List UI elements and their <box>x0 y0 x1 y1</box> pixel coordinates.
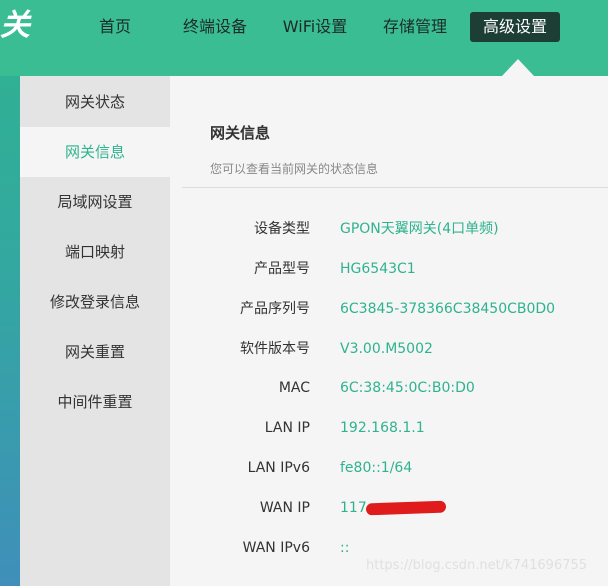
info-label: LAN IPv6 <box>247 460 310 476</box>
divider <box>182 187 608 188</box>
nav-item-home[interactable]: 首页 <box>88 12 142 42</box>
nav-item-storage-management[interactable]: 存储管理 <box>374 12 456 42</box>
info-label: 设备类型 <box>254 221 310 237</box>
main-content: 网关信息 您可以查看当前网关的状态信息 设备类型 GPON天翼网关(4口单频) … <box>170 76 608 586</box>
info-value: 6C3845-378366C38450CB0D0 <box>340 301 556 317</box>
info-row-wan-ip: WAN IP 117 <box>170 496 608 520</box>
nav-item-terminal-devices[interactable]: 终端设备 <box>174 12 256 42</box>
sidebar-item-gateway-reset[interactable]: 网关重置 <box>20 327 170 377</box>
info-label: MAC <box>278 380 310 396</box>
info-row-mac: MAC 6C:38:45:0C:B0:D0 <box>170 376 608 400</box>
info-value: fe80::1/64 <box>340 460 413 476</box>
info-value: V3.00.M5002 <box>340 341 433 357</box>
info-value: :: <box>340 540 350 556</box>
settings-panel: 网关状态 网关信息 局域网设置 端口映射 修改登录信息 网关重置 中间件重置 网… <box>20 76 608 586</box>
sidebar: 网关状态 网关信息 局域网设置 端口映射 修改登录信息 网关重置 中间件重置 <box>20 76 170 586</box>
active-tab-pointer <box>502 59 534 76</box>
info-value: 6C:38:45:0C:B0:D0 <box>340 380 475 396</box>
page-title: 网关信息 <box>210 124 271 142</box>
info-row-lan-ipv6: LAN IPv6 fe80::1/64 <box>170 456 608 480</box>
info-value: 192.168.1.1 <box>340 420 425 436</box>
info-row-wan-ipv6: WAN IPv6 :: <box>170 536 608 560</box>
info-label: 软件版本号 <box>240 341 310 357</box>
info-value: HG6543C1 <box>340 261 416 277</box>
sidebar-item-change-login[interactable]: 修改登录信息 <box>20 277 170 327</box>
nav-item-wifi-settings[interactable]: WiFi设置 <box>274 12 356 42</box>
redaction-mark <box>365 500 447 516</box>
nav-item-advanced-settings[interactable]: 高级设置 <box>470 12 560 42</box>
page-subtitle: 您可以查看当前网关的状态信息 <box>210 162 379 176</box>
info-row-serial-number: 产品序列号 6C3845-378366C38450CB0D0 <box>170 297 608 321</box>
info-row-product-model: 产品型号 HG6543C1 <box>170 257 608 281</box>
sidebar-item-lan-settings[interactable]: 局域网设置 <box>20 177 170 227</box>
info-value: 117 <box>340 500 367 516</box>
sidebar-item-middleware-reset[interactable]: 中间件重置 <box>20 377 170 427</box>
sidebar-item-port-mapping[interactable]: 端口映射 <box>20 227 170 277</box>
info-row-software-version: 软件版本号 V3.00.M5002 <box>170 337 608 361</box>
watermark: https://blog.csdn.net/k741696755 <box>366 558 588 573</box>
info-label: WAN IPv6 <box>242 540 310 556</box>
info-value: GPON天翼网关(4口单频) <box>340 221 499 237</box>
info-label: 产品序列号 <box>240 301 310 317</box>
info-label: LAN IP <box>264 420 310 436</box>
sidebar-item-gateway-info[interactable]: 网关信息 <box>20 127 170 177</box>
info-row-device-type: 设备类型 GPON天翼网关(4口单频) <box>170 217 608 241</box>
info-row-lan-ip: LAN IP 192.168.1.1 <box>170 416 608 440</box>
info-label: 产品型号 <box>254 261 310 277</box>
info-label: WAN IP <box>259 500 310 516</box>
sidebar-item-gateway-status[interactable]: 网关状态 <box>20 77 170 127</box>
brand-logo[interactable]: 关 <box>0 6 34 46</box>
